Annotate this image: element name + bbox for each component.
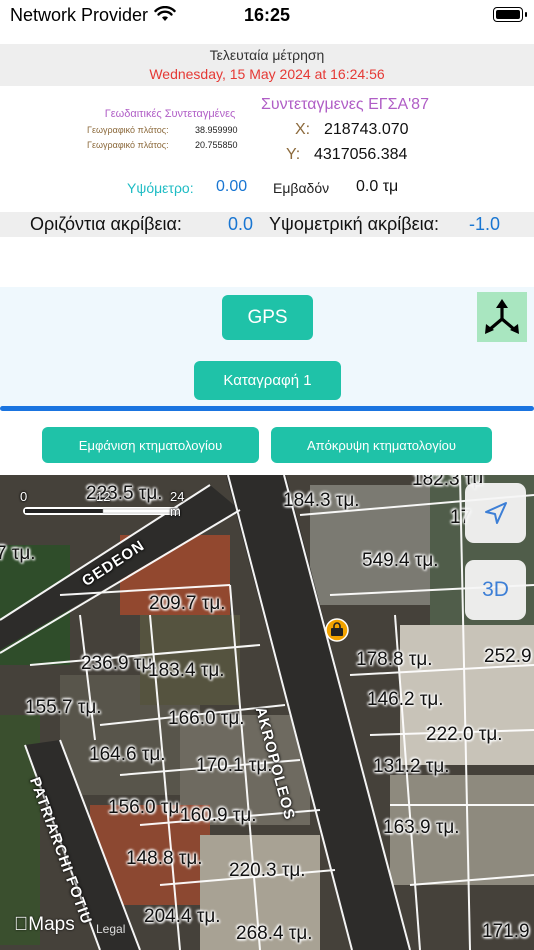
plot-label: 131.2 τμ. — [373, 756, 450, 777]
egsa-x-value: 218743.070 — [324, 121, 409, 138]
accuracy-row: Οριζόντια ακρίβεια: 0.0 Υψομετρική ακρίβ… — [0, 212, 534, 237]
last-measurement: Τελευταία μέτρηση Wednesday, 15 May 2024… — [0, 44, 534, 86]
scale-mid: 12 — [96, 489, 111, 504]
plot-label: 252.9 τμ — [484, 646, 534, 667]
scale-bar: 0 12 24 m — [10, 487, 185, 519]
plot-label: 209.7 τμ. — [149, 593, 226, 614]
area-label: Εμβαδόν — [273, 180, 330, 196]
plot-label: 220.3 τμ. — [229, 860, 306, 881]
altitude-value: 0.00 — [216, 178, 248, 195]
geodetic-lon-value: 20.755850 — [195, 140, 238, 150]
scale-end: 24 m — [170, 489, 185, 519]
plot-label: 146.2 τμ. — [367, 689, 444, 710]
clock: 16:25 — [244, 5, 291, 25]
axes-icon — [485, 299, 519, 334]
plot-label: 164.6 τμ. — [89, 744, 166, 765]
geodetic-row-lat: Γεωγραφικό πλάτος: 38.959990 — [87, 125, 238, 135]
altitude-label: Υψόμετρο: — [127, 180, 194, 196]
hide-cadastre-button[interactable]: Απόκρυψη κτηματολογίου — [271, 427, 492, 463]
plot-label: 163.9 τμ. — [383, 817, 460, 838]
legal-link[interactable]: Legal — [96, 922, 125, 936]
navigation-button[interactable] — [477, 292, 527, 342]
plot-label: 170.1 τμ. — [196, 755, 273, 776]
battery-icon — [493, 7, 527, 22]
carrier-label: Network Provider — [10, 5, 149, 25]
plot-label: 178.8 τμ. — [356, 649, 433, 670]
shopping-bag-icon[interactable] — [325, 618, 349, 642]
plot-label: 183.4 τμ. — [148, 660, 225, 681]
geodetic-lon-label: Γεωγραφικό πλάτος: — [87, 140, 169, 150]
horizontal-accuracy-label: Οριζόντια ακρίβεια: — [30, 214, 182, 234]
plot-label: 155.7 τμ. — [25, 697, 102, 718]
scale-zero: 0 — [20, 489, 28, 504]
last-measurement-title: Τελευταία μέτρηση — [209, 47, 325, 63]
gps-button[interactable]: GPS — [222, 295, 313, 340]
horizontal-accuracy-value: 0.0 — [228, 214, 254, 234]
plot-label: 156.0 τμ. — [108, 797, 185, 818]
egsa-title: Συντεταγμενες ΕΓΣΑ'87 — [261, 96, 429, 113]
plot-label: 222.0 τμ. — [426, 724, 503, 745]
geodetic-lat-value: 38.959990 — [195, 125, 238, 135]
vertical-accuracy-value: -1.0 — [469, 214, 501, 234]
maps-logo: Maps — [14, 914, 75, 935]
plot-label: 268.4 τμ. — [236, 923, 313, 944]
egsa-y-value: 4317056.384 — [314, 146, 408, 163]
status-bar: Network Provider 16:25 — [0, 0, 534, 44]
show-cadastre-button[interactable]: Εμφάνιση κτηματολογίου — [42, 427, 259, 463]
plot-label: 204.4 τμ. — [144, 906, 221, 927]
area-value: 0.0 τμ — [356, 178, 399, 195]
plot-label: 549.4 τμ. — [362, 550, 439, 571]
egsa-y-label: Y: — [286, 146, 301, 163]
plot-label: 171.9 — [482, 921, 530, 942]
vertical-accuracy-label: Υψομετρική ακρίβεια: — [269, 214, 440, 234]
record-button[interactable]: Καταγραφή 1 — [194, 361, 341, 400]
plot-label: 184.3 τμ. — [283, 490, 360, 511]
egsa-x-label: X: — [295, 121, 311, 138]
last-measurement-timestamp: Wednesday, 15 May 2024 at 16:24:56 — [149, 66, 385, 82]
geodetic-lat-label: Γεωγραφικό πλάτος: — [87, 125, 169, 135]
plot-label: 148.8 τμ. — [126, 848, 203, 869]
plot-label: 7 τμ. — [0, 543, 36, 564]
plot-label: 160.9 τμ. — [180, 805, 257, 826]
apple-icon:  — [14, 914, 28, 935]
wifi-icon — [154, 5, 176, 27]
geodetic-title: Γεωδαιτικές Συντεταγμένες — [104, 108, 236, 120]
locate-button[interactable] — [465, 483, 526, 543]
location-arrow-icon — [484, 502, 507, 524]
plot-label: 236.9 τμ. — [81, 653, 158, 674]
progress-bar — [0, 406, 534, 411]
map-view[interactable]: GEDEON AKROPOLEOS PATRIARCHI FOTIU 223.5… — [0, 475, 534, 950]
3d-button[interactable]: 3D — [465, 560, 526, 620]
plot-label: 166.0 τμ. — [168, 708, 245, 729]
geodetic-row-lon: Γεωγραφικό πλάτος: 20.755850 — [87, 140, 238, 150]
